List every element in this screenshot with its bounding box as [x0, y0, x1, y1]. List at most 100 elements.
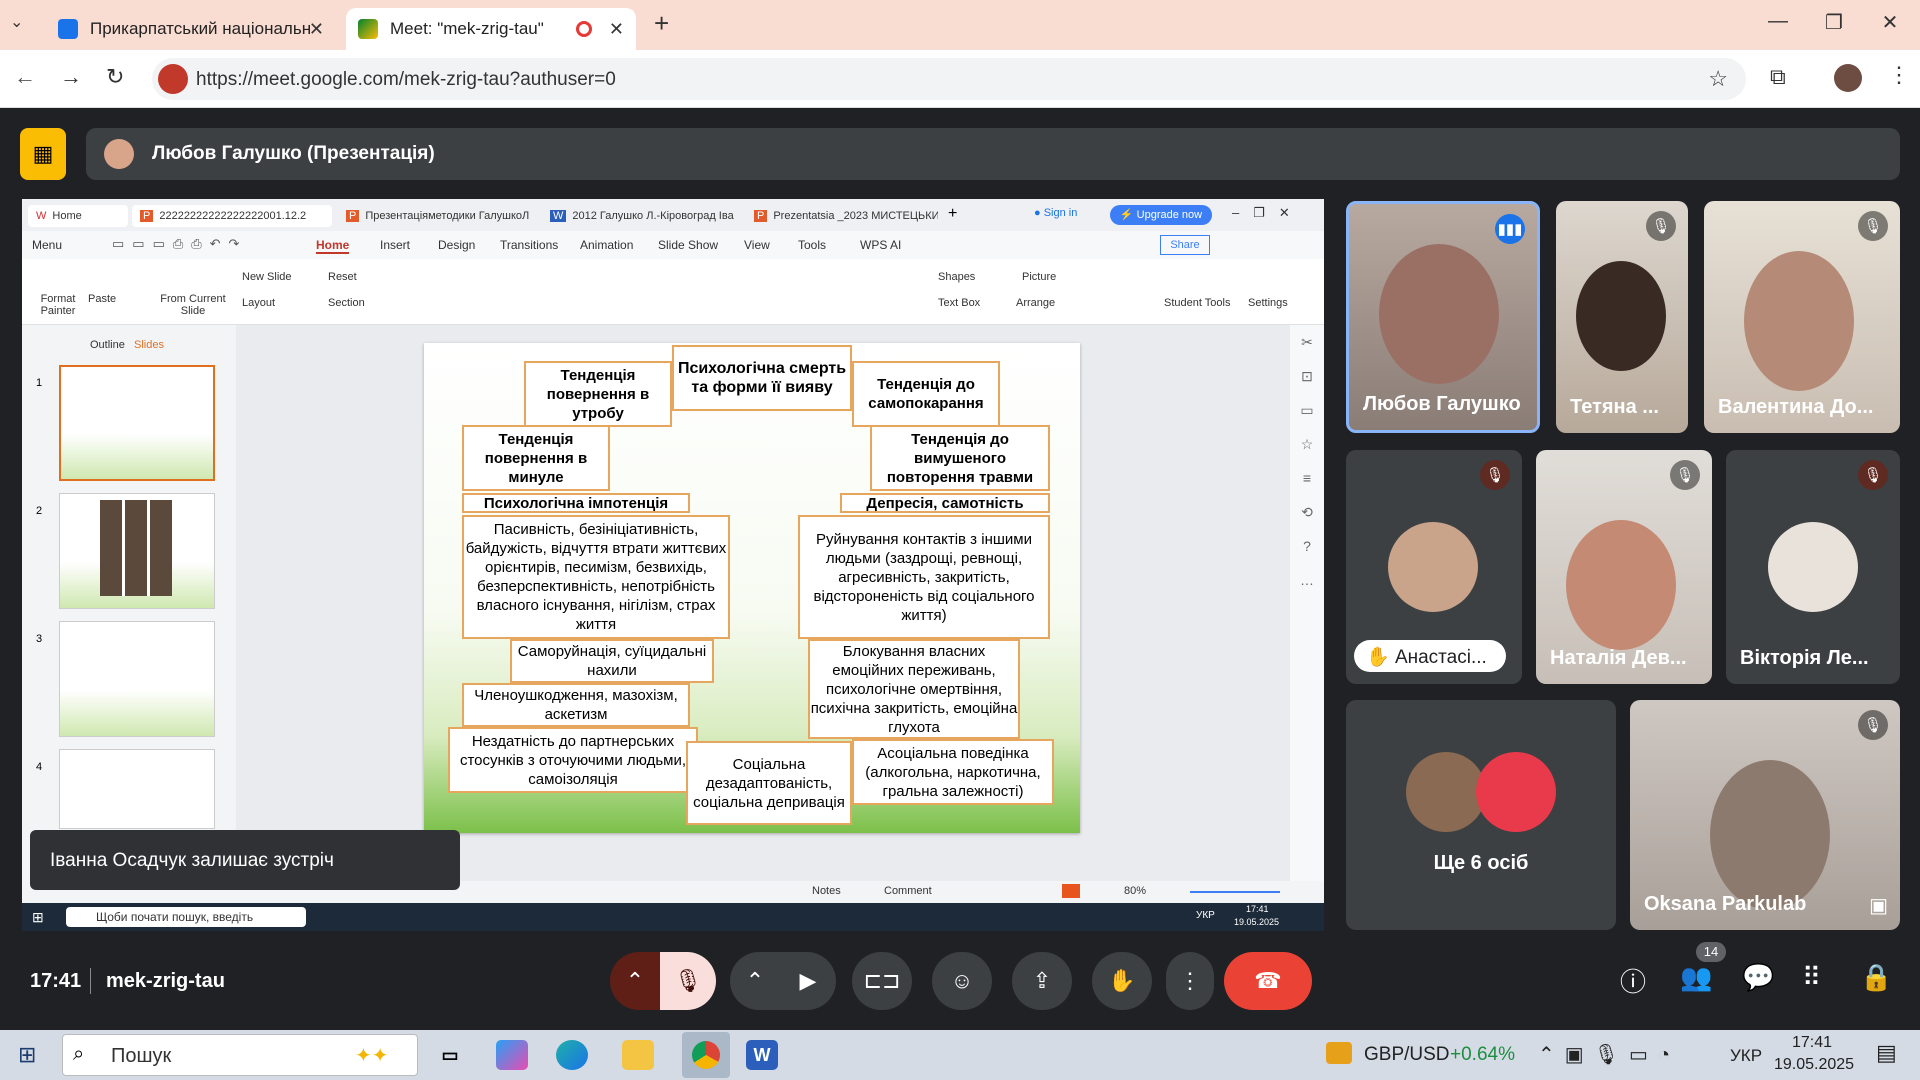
wps-new-tab-icon[interactable]: +: [948, 205, 957, 223]
new-tab-button[interactable]: +: [654, 8, 669, 39]
wps-tab-doc4[interactable]: P Prezentatsia _2023 МИСТЕЦЬКИЙ у: [746, 205, 946, 227]
participant-tile-6[interactable]: 🎙 Вікторія Ле...: [1726, 450, 1900, 684]
notifications-icon[interactable]: ▤: [1876, 1040, 1897, 1066]
raise-hand-button[interactable]: ✋: [1092, 952, 1152, 1010]
file-explorer-icon[interactable]: [622, 1040, 654, 1070]
menu-view[interactable]: View: [744, 238, 770, 252]
taskbar-search[interactable]: ⌕ Пошук ✦✦: [62, 1034, 418, 1076]
video-options-button[interactable]: ⌃: [730, 952, 780, 1010]
extensions-icon[interactable]: ⧉: [1770, 64, 1786, 90]
clock-time[interactable]: 17:41: [1792, 1034, 1832, 1052]
notes-button[interactable]: Notes: [812, 885, 841, 897]
profile-avatar[interactable]: [1834, 64, 1862, 92]
forward-icon[interactable]: →: [60, 64, 82, 90]
format-painter-button[interactable]: Format Painter: [38, 293, 78, 317]
host-controls-icon[interactable]: 🔒: [1860, 962, 1892, 993]
site-info-icon[interactable]: [158, 64, 188, 94]
menu-wps-ai[interactable]: WPS AI: [860, 238, 901, 252]
minimize-icon[interactable]: —: [1758, 10, 1798, 33]
slide-thumbnail-4[interactable]: [59, 749, 215, 829]
wps-upgrade-button[interactable]: ⚡ Upgrade now: [1110, 205, 1212, 225]
participant-tile-5[interactable]: 🎙 Наталія Дев...: [1536, 450, 1712, 684]
new-slide-button[interactable]: New Slide: [242, 271, 292, 283]
settings-button[interactable]: Settings: [1248, 297, 1288, 309]
camera-toggle-button[interactable]: ▶: [780, 952, 836, 1010]
wps-tab-home[interactable]: W Home: [28, 205, 128, 227]
slide-thumbnail-2[interactable]: [59, 493, 215, 609]
outline-tab[interactable]: Outline: [90, 339, 125, 351]
reset-button[interactable]: Reset: [328, 271, 357, 283]
browser-menu-icon[interactable]: ⋮: [1888, 62, 1910, 88]
menu-slide-show[interactable]: Slide Show: [658, 238, 718, 252]
people-icon[interactable]: 👥: [1680, 962, 1712, 993]
play-slideshow-button[interactable]: [1062, 884, 1080, 898]
back-icon[interactable]: ←: [14, 64, 36, 90]
comment-button[interactable]: Comment: [884, 885, 932, 897]
edge-icon[interactable]: [556, 1040, 588, 1070]
captions-button[interactable]: ⊏⊐: [852, 952, 912, 1010]
reactions-button[interactable]: ☺: [932, 952, 992, 1010]
bookmark-star-icon[interactable]: ☆: [1708, 66, 1728, 92]
leave-call-button[interactable]: ☎: [1224, 952, 1312, 1010]
more-people-tile[interactable]: Ще 6 осіб: [1346, 700, 1616, 930]
menu-tools[interactable]: Tools: [798, 238, 826, 252]
from-current-slide-button[interactable]: From Current Slide: [160, 293, 226, 317]
word-icon[interactable]: W: [746, 1040, 778, 1070]
wps-side-tools[interactable]: ✂ ⊡ ▭ ☆ ≡ ⟲?…: [1290, 325, 1324, 881]
menu-insert[interactable]: Insert: [380, 238, 410, 252]
close-window-icon[interactable]: ✕: [1870, 10, 1910, 35]
present-screen-button[interactable]: ⇪: [1012, 952, 1072, 1010]
paste-button[interactable]: Paste: [88, 293, 116, 305]
close-tab-icon[interactable]: ✕: [309, 19, 324, 40]
menu-home[interactable]: Home: [316, 238, 350, 254]
omnibox[interactable]: https://meet.google.com/mek-zrig-tau?aut…: [152, 58, 1746, 100]
quick-access-icons[interactable]: ▭▭▭⎙⎙↶↷: [112, 236, 247, 252]
audio-options-button[interactable]: ⌃: [610, 952, 660, 1010]
browser-tab-university[interactable]: Прикарпатський національн ✕: [46, 8, 336, 50]
participant-tile-7[interactable]: 🎙 Oksana Parkulab ▣: [1630, 700, 1900, 930]
menu-design[interactable]: Design: [438, 238, 475, 252]
participant-tile-2[interactable]: 🎙 Тетяна ...: [1556, 201, 1688, 433]
zoom-slider[interactable]: [1190, 891, 1280, 893]
task-view-icon[interactable]: ▭: [434, 1040, 466, 1070]
participant-tile-1[interactable]: ▮▮▮ Любов Галушко: [1346, 201, 1540, 433]
more-options-button[interactable]: ⋮: [1166, 952, 1214, 1010]
picture-button[interactable]: Picture: [1022, 271, 1056, 283]
chat-icon[interactable]: 💬: [1742, 962, 1774, 993]
wps-tab-doc2[interactable]: P Презентаціяметодики ГалушкоЛ.Л: [338, 205, 538, 227]
close-tab-icon[interactable]: ✕: [609, 19, 624, 40]
system-tray-icons[interactable]: ⌃▣🎙▭◔: [1538, 1042, 1680, 1067]
tab-search-icon[interactable]: ⌄: [10, 12, 23, 32]
restore-icon[interactable]: ❐: [1814, 10, 1854, 35]
wps-tab-doc1[interactable]: P 22222222222222222001.12.2: [132, 205, 332, 227]
chrome-icon[interactable]: [682, 1032, 730, 1078]
wps-share-button[interactable]: Share: [1160, 235, 1210, 255]
menu-animation[interactable]: Animation: [580, 238, 633, 252]
reload-icon[interactable]: ↻: [106, 64, 124, 90]
arrange-button[interactable]: Arrange: [1016, 297, 1055, 309]
start-icon[interactable]: ⊞: [18, 1042, 36, 1068]
text-box-button[interactable]: Text Box: [938, 297, 980, 309]
browser-tab-meet[interactable]: Meet: "mek-zrig-tau" ✕: [346, 8, 636, 50]
student-tools-button[interactable]: Student Tools: [1164, 297, 1230, 309]
wps-menu-row: Menu ▭▭▭⎙⎙↶↷ Home Insert Design Transiti…: [22, 231, 1324, 259]
menu-button[interactable]: Menu: [32, 238, 62, 252]
mic-toggle-button[interactable]: 🎙: [660, 952, 716, 1010]
slides-tab[interactable]: Slides: [134, 339, 164, 351]
clock-date[interactable]: 19.05.2025: [1774, 1056, 1854, 1074]
wps-window-controls[interactable]: –❐✕: [1232, 205, 1304, 221]
slide-thumbnail-1[interactable]: [59, 365, 215, 481]
shapes-button[interactable]: Shapes: [938, 271, 975, 283]
menu-transitions[interactable]: Transitions: [500, 238, 558, 252]
participant-tile-3[interactable]: 🎙 Валентина До...: [1704, 201, 1900, 433]
layout-button[interactable]: Layout: [242, 297, 275, 309]
copilot-icon[interactable]: [496, 1040, 528, 1070]
activities-icon[interactable]: ⠿: [1802, 962, 1821, 993]
wps-tab-doc3[interactable]: W 2012 Галушко Л.-Кіровоград Іван: [542, 205, 742, 227]
wps-sign-in[interactable]: ● Sign in: [1034, 207, 1077, 219]
section-button[interactable]: Section: [328, 297, 365, 309]
meeting-info-icon[interactable]: ⓘ: [1620, 962, 1646, 999]
language-indicator[interactable]: УКР: [1730, 1046, 1762, 1066]
slide-thumbnail-3[interactable]: [59, 621, 215, 737]
participant-tile-4[interactable]: 🎙 ✋ Анастасі...: [1346, 450, 1522, 684]
